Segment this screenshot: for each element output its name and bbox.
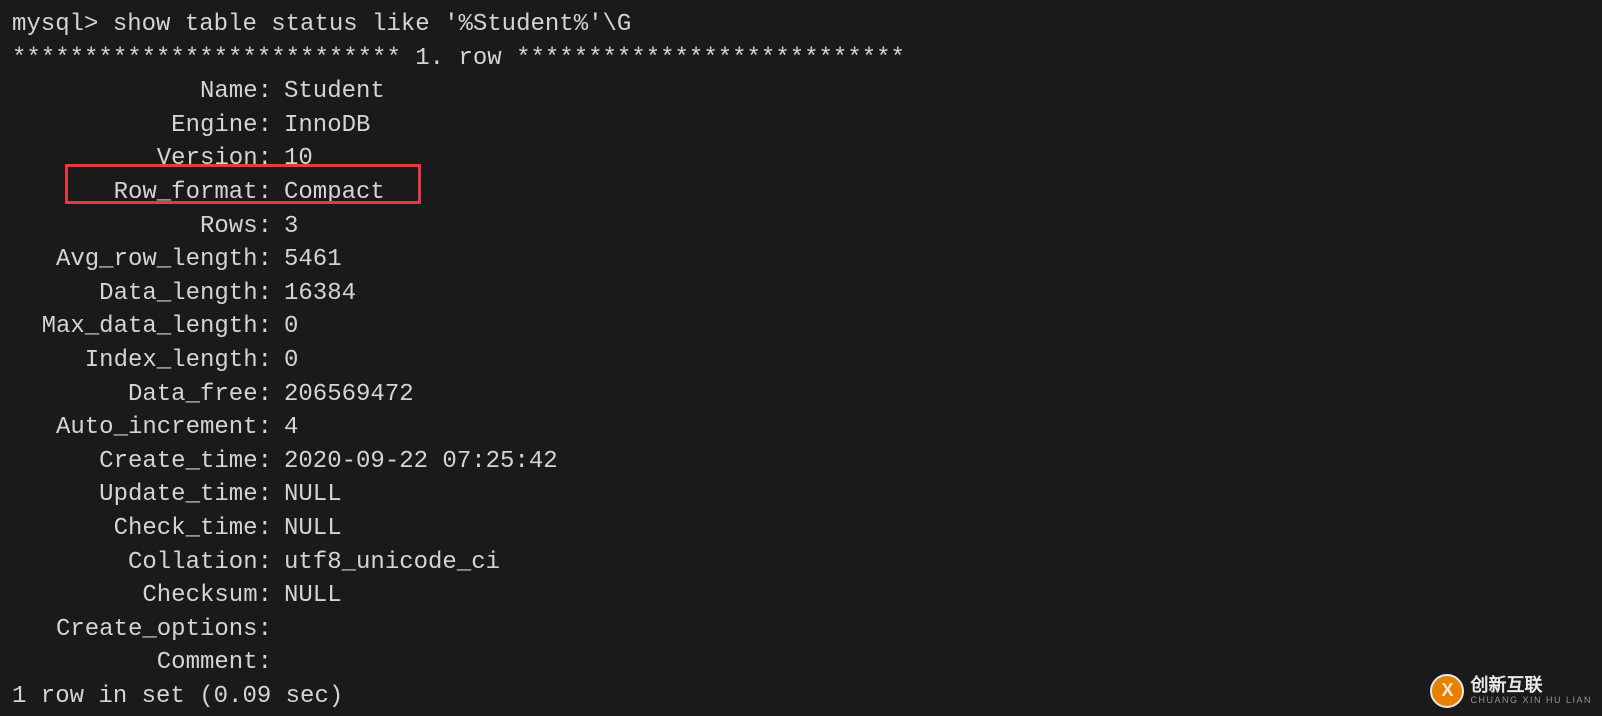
field-label: Auto_increment: [12,411,272,445]
field-label: Row_format: [12,176,272,210]
field-value: NULL [272,478,342,512]
field-label: Create_time: [12,445,272,479]
field-row: Data_free:206569472 [12,378,1590,412]
field-row: Name:Student [12,75,1590,109]
field-value: 0 [272,310,298,344]
field-row: Check_time:NULL [12,512,1590,546]
field-label: Comment: [12,646,272,680]
watermark-main: 创新互联 [1470,676,1592,696]
field-row: Update_time:NULL [12,478,1590,512]
field-label: Data_length: [12,277,272,311]
field-row: Checksum:NULL [12,579,1590,613]
fields-container: Name:StudentEngine:InnoDBVersion:10Row_f… [12,75,1590,680]
field-value: utf8_unicode_ci [272,546,500,580]
field-value: 2020-09-22 07:25:42 [272,445,558,479]
field-row: Index_length:0 [12,344,1590,378]
field-row: Create_options: [12,613,1590,647]
field-value: NULL [272,579,342,613]
watermark-text: 创新互联 CHUANG XIN HU LIAN [1470,676,1592,706]
field-row: Engine:InnoDB [12,109,1590,143]
field-label: Rows: [12,210,272,244]
field-label: Check_time: [12,512,272,546]
field-label: Engine: [12,109,272,143]
field-value: 16384 [272,277,356,311]
watermark-icon: X [1430,674,1464,708]
field-value: Compact [272,176,385,210]
field-value: 10 [272,142,313,176]
field-label: Collation: [12,546,272,580]
field-row: Version:10 [12,142,1590,176]
field-row: Create_time:2020-09-22 07:25:42 [12,445,1590,479]
field-label: Max_data_length: [12,310,272,344]
watermark-sub: CHUANG XIN HU LIAN [1470,696,1592,706]
field-value [272,646,284,680]
sql-prompt-line: mysql> show table status like '%Student%… [12,8,1590,42]
result-footer: 1 row in set (0.09 sec) [12,680,1590,714]
field-value: InnoDB [272,109,370,143]
watermark: X 创新互联 CHUANG XIN HU LIAN [1430,674,1592,708]
field-row: Comment: [12,646,1590,680]
field-label: Create_options: [12,613,272,647]
field-value [272,613,284,647]
field-value: 5461 [272,243,342,277]
field-row: Row_format:Compact [12,176,1590,210]
field-value: NULL [272,512,342,546]
field-value: 0 [272,344,298,378]
field-value: 4 [272,411,298,445]
field-row: Collation:utf8_unicode_ci [12,546,1590,580]
field-label: Index_length: [12,344,272,378]
field-row: Avg_row_length:5461 [12,243,1590,277]
field-value: Student [272,75,385,109]
field-row: Rows:3 [12,210,1590,244]
field-label: Checksum: [12,579,272,613]
terminal-output: mysql> show table status like '%Student%… [12,8,1590,713]
field-row: Auto_increment:4 [12,411,1590,445]
field-value: 206569472 [272,378,414,412]
field-label: Name: [12,75,272,109]
field-label: Avg_row_length: [12,243,272,277]
field-value: 3 [272,210,298,244]
field-row: Max_data_length:0 [12,310,1590,344]
field-row: Data_length:16384 [12,277,1590,311]
row-separator: *************************** 1. row *****… [12,42,1590,76]
field-label: Version: [12,142,272,176]
field-label: Update_time: [12,478,272,512]
field-label: Data_free: [12,378,272,412]
